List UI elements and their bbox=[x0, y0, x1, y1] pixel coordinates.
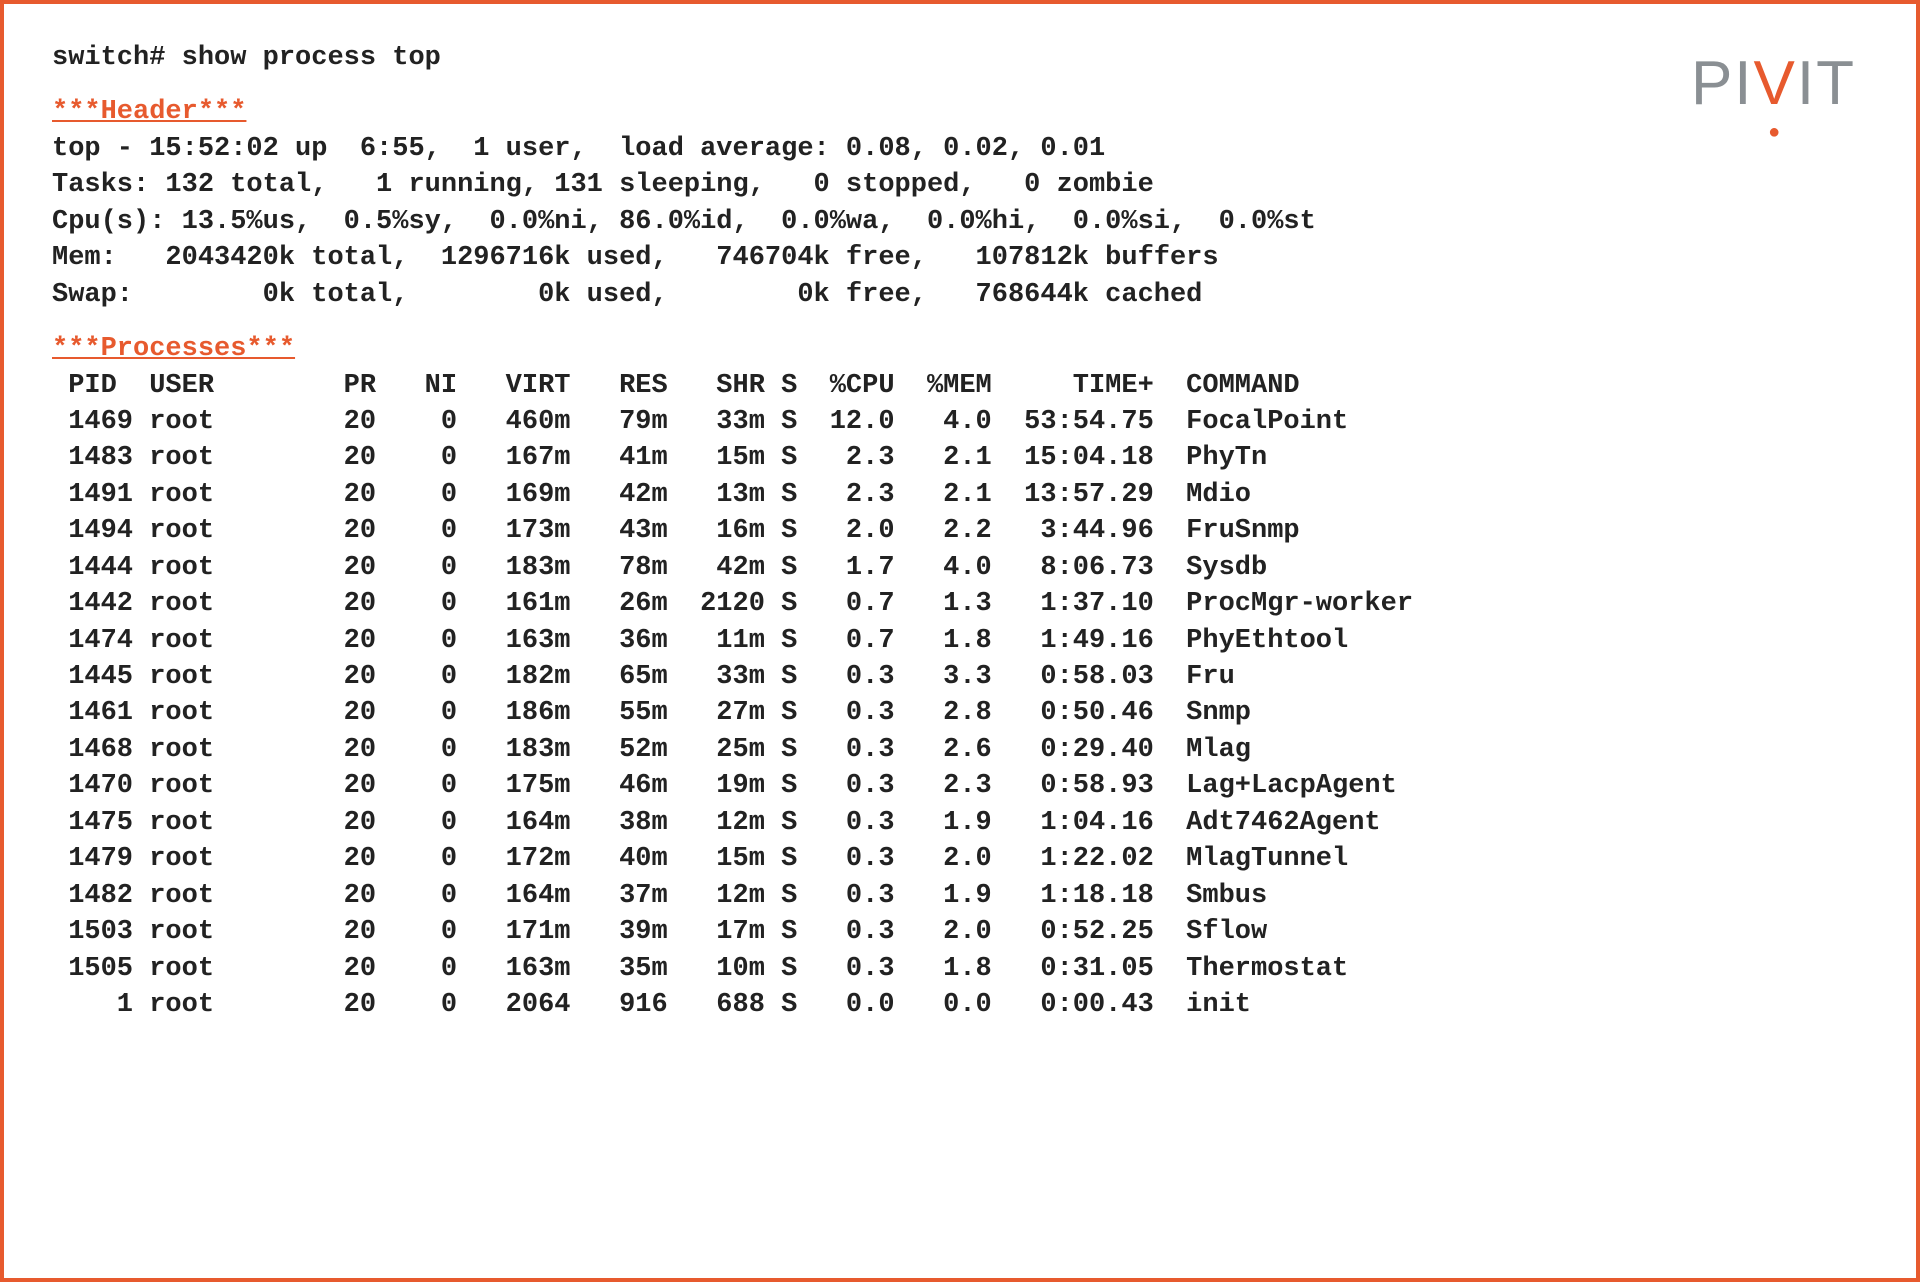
pivit-logo: PIV●IT bbox=[1691, 42, 1856, 126]
logo-text-v: V● bbox=[1754, 42, 1797, 126]
command-line: switch# show process top bbox=[52, 40, 1868, 76]
header-line-top: top - 15:52:02 up 6:55, 1 user, load ave… bbox=[52, 131, 1868, 167]
logo-text-it: IT bbox=[1797, 49, 1856, 118]
header-line-cpu: Cpu(s): 13.5%us, 0.5%sy, 0.0%ni, 86.0%id… bbox=[52, 204, 1868, 240]
header-line-mem: Mem: 2043420k total, 1296716k used, 7467… bbox=[52, 240, 1868, 276]
process-table: PID USER PR NI VIRT RES SHR S %CPU %MEM … bbox=[52, 368, 1868, 1024]
processes-section-title: ***Processes*** bbox=[52, 334, 295, 364]
header-line-swap: Swap: 0k total, 0k used, 0k free, 768644… bbox=[52, 277, 1868, 313]
header-line-tasks: Tasks: 132 total, 1 running, 131 sleepin… bbox=[52, 167, 1868, 203]
logo-text-pi: PI bbox=[1691, 49, 1754, 118]
terminal-frame: PIV●IT switch# show process top ***Heade… bbox=[0, 0, 1920, 1282]
header-section-title: ***Header*** bbox=[52, 97, 246, 127]
